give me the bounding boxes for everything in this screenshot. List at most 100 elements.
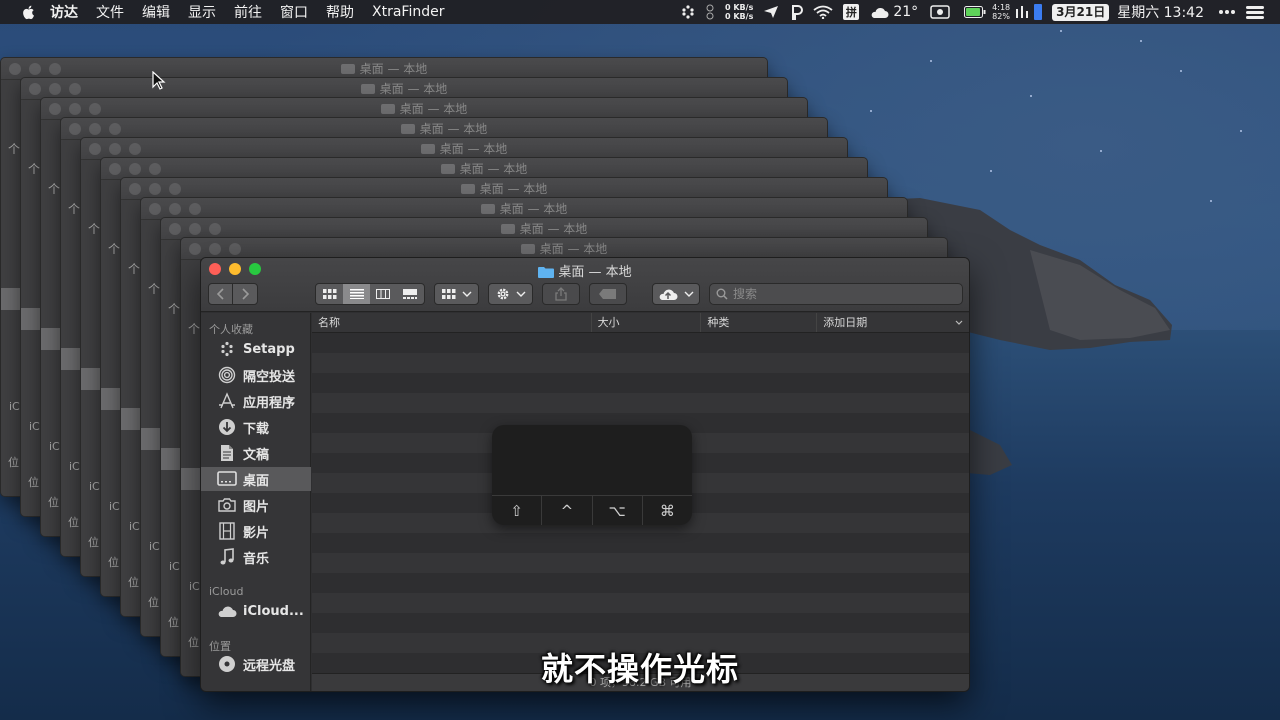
ghost-location-label: 位 [48, 496, 59, 509]
sidebar-item-label: iCloud... [243, 603, 304, 619]
ghost-icloud-label: iC [49, 440, 60, 453]
ghost-icloud-label: iC [189, 580, 200, 593]
camera-status-icon[interactable] [930, 0, 950, 24]
input-method-icon[interactable]: 拼 [843, 0, 860, 24]
battery-icon[interactable] [964, 0, 986, 24]
ghost-window-buttons [169, 223, 221, 235]
ghost-window-buttons [49, 103, 101, 115]
parking-p-icon[interactable] [789, 0, 804, 24]
battery-percent: 82% [992, 12, 1010, 21]
modifier-keys-row: ⇧ ^ ⌥ ⌘ [492, 495, 692, 525]
ghost-window-title: 桌面 — 本地 [499, 202, 568, 216]
folder-icon [340, 64, 355, 74]
more-dots-icon[interactable] [1218, 0, 1236, 24]
column-header-date-added[interactable]: 添加日期 [817, 313, 969, 332]
cloud-icon [217, 601, 237, 621]
ghost-favorites-label: 个 [48, 182, 61, 196]
ghost-window-title: 桌面 — 本地 [419, 122, 488, 136]
network-download-speed: 0 KB/s [725, 12, 754, 21]
window-title: 桌面 — 本地 [201, 261, 969, 280]
sidebar-item-icloud-drive[interactable]: iCloud... [201, 599, 311, 623]
column-view-button[interactable] [370, 284, 397, 304]
sidebar-item-label: 桌面 [243, 473, 270, 489]
sidebar-item-downloads[interactable]: 下载 [201, 415, 311, 439]
ghost-window-title: 桌面 — 本地 [399, 102, 468, 116]
window-titlebar[interactable]: 桌面 — 本地 [201, 258, 969, 312]
option-key-icon: ⌥ [593, 496, 643, 525]
battery-time: 4:18 [992, 3, 1011, 12]
column-header-kind[interactable]: 种类 [701, 313, 818, 332]
menu-go[interactable]: 前往 [234, 2, 262, 22]
gallery-icon [403, 289, 418, 299]
share-button[interactable] [542, 283, 580, 305]
ghost-favorites-label: 个 [28, 162, 41, 176]
folder-icon [538, 267, 555, 278]
ghost-selected-row [121, 408, 141, 430]
ghost-icloud-label: iC [69, 460, 80, 473]
date-badge[interactable]: 3月21日 [1052, 3, 1110, 21]
apple-menu-icon[interactable] [20, 3, 38, 21]
chevron-left-icon [216, 288, 224, 300]
ghost-favorites-label: 个 [188, 322, 201, 336]
icloud-upload-button[interactable] [652, 283, 700, 305]
menu-edit[interactable]: 编辑 [142, 2, 170, 22]
menu-finder[interactable]: 访达 [50, 2, 78, 22]
ghost-location-label: 位 [128, 576, 139, 589]
shift-key-icon: ⇧ [492, 496, 543, 525]
sidebar-item-documents[interactable]: 文稿 [201, 441, 311, 465]
ghost-window-sidebar: 个 iC 位 [21, 100, 41, 516]
menu-view[interactable]: 显示 [188, 2, 216, 22]
column-header-name[interactable]: 名称 [312, 313, 592, 332]
ghost-window-sidebar: 个 iC 位 [121, 200, 141, 616]
group-by-button[interactable] [434, 283, 479, 305]
video-subtitle: 就不操作光标 [540, 650, 739, 688]
sidebar-item-desktop[interactable]: 桌面 [201, 467, 311, 491]
sidebar-item-label: Setapp [243, 341, 295, 357]
ghost-favorites-label: 个 [68, 202, 81, 216]
wifi-icon[interactable] [813, 0, 833, 24]
search-field[interactable] [709, 283, 963, 305]
column-header-size[interactable]: 大小 [592, 313, 702, 332]
sidebar-item-label: 图片 [243, 499, 270, 515]
modifier-keys-overlay: ⇧ ^ ⌥ ⌘ [492, 425, 692, 525]
sidebar-item-label: 下载 [243, 421, 270, 437]
sidebar-item-movies[interactable]: 影片 [201, 519, 311, 543]
ghost-selected-row [141, 428, 161, 450]
network-monitor-icon[interactable] [705, 0, 715, 24]
search-input[interactable] [733, 287, 933, 301]
audio-levels-icon[interactable] [1014, 0, 1030, 24]
menu-xtrafinder[interactable]: XtraFinder [372, 4, 444, 20]
sidebar: 个人收藏 Setapp 隔空投送 应用程序 下载 文稿 桌面 图片 影片 音乐 … [201, 313, 311, 691]
sidebar-item-label: 应用程序 [243, 395, 296, 411]
ghost-favorites-label: 个 [108, 242, 121, 256]
ghost-window-buttons [69, 123, 121, 135]
sidebar-item-music[interactable]: 音乐 [201, 545, 311, 569]
gallery-view-button[interactable] [397, 284, 424, 304]
back-button[interactable] [209, 284, 234, 304]
setapp-status-icon[interactable] [681, 0, 695, 24]
sidebar-item-applications[interactable]: 应用程序 [201, 389, 311, 413]
menu-help[interactable]: 帮助 [326, 2, 354, 22]
sidebar-item-pictures[interactable]: 图片 [201, 493, 311, 517]
icon-view-button[interactable] [316, 284, 343, 304]
action-button[interactable] [488, 283, 533, 305]
list-view-button[interactable] [343, 284, 370, 304]
ghost-favorites-label: 个 [128, 262, 141, 276]
sidebar-item-label: 影片 [243, 525, 270, 541]
ghost-selected-row [41, 328, 61, 350]
ghost-window-title: 桌面 — 本地 [379, 82, 448, 96]
ghost-window-sidebar: 个 iC 位 [161, 240, 181, 656]
weather-cloud-icon[interactable] [869, 0, 889, 24]
sidebar-item-setapp[interactable]: Setapp [201, 337, 311, 361]
download-icon [217, 417, 237, 437]
clock[interactable]: 星期六 13:42 [1117, 2, 1204, 22]
tags-button[interactable] [589, 283, 627, 305]
control-center-icon[interactable] [1246, 0, 1264, 24]
music-icon [217, 547, 237, 567]
app-status-blue-icon[interactable] [1034, 0, 1043, 24]
sidebar-item-airdrop[interactable]: 隔空投送 [201, 363, 311, 387]
forward-button[interactable] [233, 284, 257, 304]
paper-plane-icon[interactable] [763, 0, 779, 24]
menu-window[interactable]: 窗口 [280, 2, 308, 22]
menu-file[interactable]: 文件 [96, 2, 124, 22]
